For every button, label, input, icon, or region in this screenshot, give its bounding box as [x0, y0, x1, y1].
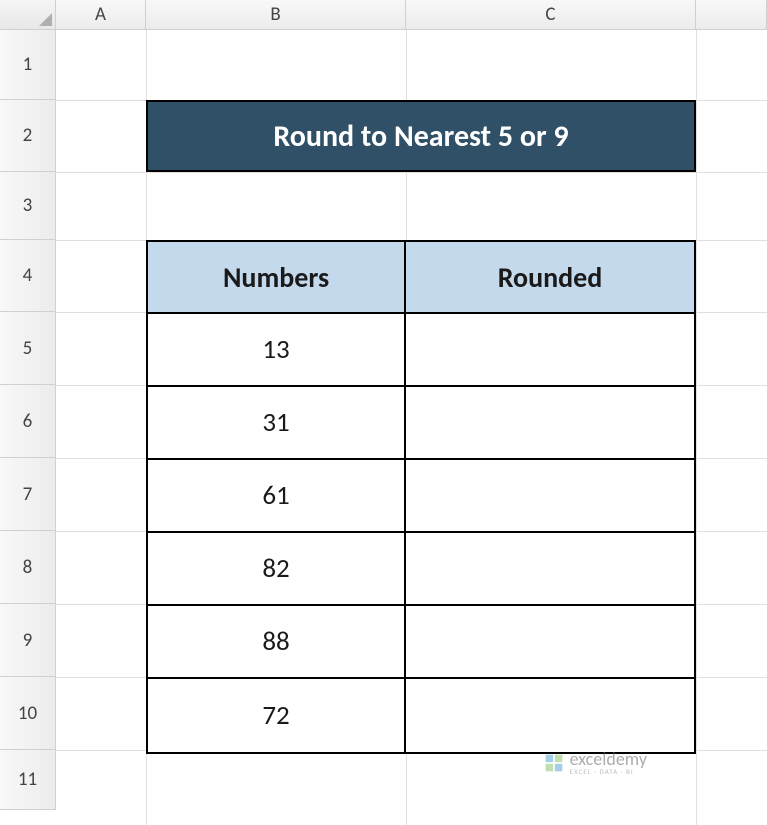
select-all-corner[interactable] [0, 0, 56, 29]
watermark-sub: EXCEL · DATA · BI [570, 768, 647, 775]
row-header-3[interactable]: 3 [0, 172, 56, 240]
table-row: 61 [148, 460, 694, 533]
spreadsheet: A B C 1 2 3 4 5 6 7 8 9 10 11 [0, 0, 767, 825]
row-headers: 1 2 3 4 5 6 7 8 9 10 11 [0, 30, 56, 825]
row-header-2[interactable]: 2 [0, 100, 56, 172]
cell-rounded[interactable] [406, 460, 694, 533]
table-row: 88 [148, 606, 694, 679]
row-header-6[interactable]: 6 [0, 385, 56, 458]
cells-area[interactable]: Round to Nearest 5 or 9 Numbers Rounded … [56, 30, 767, 825]
row-header-10[interactable]: 10 [0, 677, 56, 750]
title-text: Round to Nearest 5 or 9 [273, 118, 568, 155]
row-header-4[interactable]: 4 [0, 240, 56, 312]
row-header-8[interactable]: 8 [0, 531, 56, 604]
logo-icon [544, 753, 564, 773]
cell-rounded[interactable] [406, 314, 694, 387]
watermark: exceldemy EXCEL · DATA · BI [544, 750, 647, 775]
header-rounded[interactable]: Rounded [406, 242, 694, 314]
cell-number[interactable]: 88 [148, 606, 406, 679]
row-header-5[interactable]: 5 [0, 312, 56, 385]
table-header-row: Numbers Rounded [148, 242, 694, 314]
col-header-rest [696, 0, 767, 29]
cell-number[interactable]: 61 [148, 460, 406, 533]
column-headers: A B C [0, 0, 767, 30]
cell-rounded[interactable] [406, 606, 694, 679]
data-table: Numbers Rounded 13 31 61 82 [146, 240, 696, 754]
table-row: 31 [148, 387, 694, 460]
col-header-A[interactable]: A [56, 0, 146, 29]
cell-number[interactable]: 72 [148, 679, 406, 752]
cell-rounded[interactable] [406, 387, 694, 460]
cell-rounded[interactable] [406, 679, 694, 752]
row-header-11[interactable]: 11 [0, 750, 56, 810]
table-row: 72 [148, 679, 694, 752]
cell-number[interactable]: 82 [148, 533, 406, 606]
watermark-text: exceldemy EXCEL · DATA · BI [570, 750, 647, 775]
row-header-7[interactable]: 7 [0, 458, 56, 531]
cell-number[interactable]: 31 [148, 387, 406, 460]
cell-rounded[interactable] [406, 533, 694, 606]
col-header-B[interactable]: B [146, 0, 406, 29]
watermark-main: exceldemy [570, 750, 647, 768]
row-header-9[interactable]: 9 [0, 604, 56, 677]
col-header-C[interactable]: C [406, 0, 696, 29]
table-row: 82 [148, 533, 694, 606]
header-numbers[interactable]: Numbers [148, 242, 406, 314]
cell-number[interactable]: 13 [148, 314, 406, 387]
row-header-1[interactable]: 1 [0, 30, 56, 100]
title-banner: Round to Nearest 5 or 9 [146, 100, 696, 172]
table-row: 13 [148, 314, 694, 387]
